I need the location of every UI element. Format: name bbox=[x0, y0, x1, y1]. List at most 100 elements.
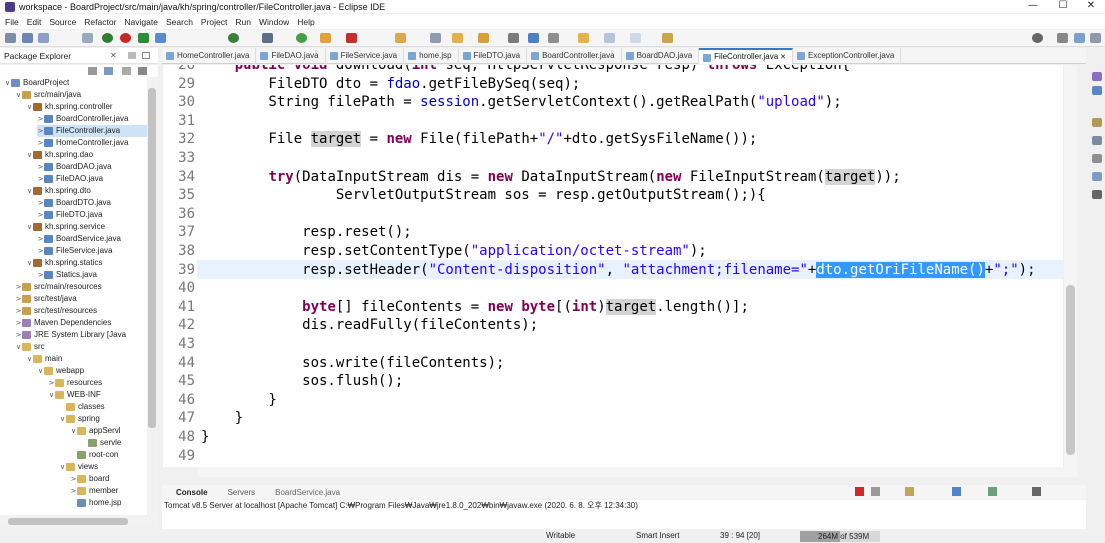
close-button[interactable]: ✕ bbox=[1076, 0, 1105, 13]
chevron-right-icon[interactable]: > bbox=[15, 281, 22, 293]
clear-console-icon[interactable] bbox=[905, 487, 914, 496]
code-line[interactable]: } bbox=[201, 409, 243, 428]
menu-source[interactable]: Source bbox=[46, 17, 81, 27]
tree-item[interactable]: > src/main/resources bbox=[15, 281, 102, 293]
chevron-down-icon[interactable]: ∨ bbox=[26, 353, 33, 365]
maximize-button[interactable]: ☐ bbox=[1048, 0, 1078, 13]
tree-item[interactable]: > src/test/java bbox=[15, 293, 77, 305]
tree-item[interactable]: > FileDAO.java bbox=[37, 173, 103, 185]
code-line[interactable]: ServletOutputStream sos = resp.getOutput… bbox=[201, 186, 766, 205]
tree-item[interactable]: > board bbox=[70, 473, 109, 485]
tree-item[interactable]: > BoardDTO.java bbox=[37, 197, 111, 209]
tree-item[interactable]: ∨ main bbox=[26, 353, 62, 365]
save-all-icon[interactable] bbox=[38, 33, 49, 43]
menu-run[interactable]: Run bbox=[232, 17, 256, 27]
chevron-right-icon[interactable]: > bbox=[70, 473, 77, 485]
globe-icon[interactable] bbox=[528, 33, 539, 43]
code-line[interactable]: } bbox=[201, 428, 209, 447]
chevron-down-icon[interactable]: ∨ bbox=[70, 425, 77, 437]
link-editor-icon[interactable] bbox=[104, 67, 113, 75]
menu-refactor[interactable]: Refactor bbox=[81, 17, 121, 27]
tree-item[interactable]: ∨ views bbox=[59, 461, 98, 473]
editor-tab[interactable]: home.jsp bbox=[404, 48, 459, 64]
chevron-down-icon[interactable]: ∨ bbox=[26, 221, 33, 233]
debug-skip-icon[interactable] bbox=[82, 33, 93, 43]
menu-search[interactable]: Search bbox=[163, 17, 198, 27]
tree-item[interactable]: > Maven Dependencies bbox=[15, 317, 111, 329]
tree-item[interactable]: ∨ appServl bbox=[70, 425, 121, 437]
chevron-right-icon[interactable]: > bbox=[37, 209, 44, 221]
code-line[interactable]: resp.reset(); bbox=[201, 223, 412, 242]
maximize-view-icon[interactable] bbox=[142, 52, 150, 59]
stop-icon[interactable] bbox=[120, 33, 131, 43]
code-line[interactable]: sos.flush(); bbox=[201, 372, 403, 391]
tree-item[interactable]: ∨ kh.spring.dao bbox=[26, 149, 93, 161]
progress-icon[interactable] bbox=[1092, 190, 1102, 199]
editor-tab[interactable]: HomeController.java bbox=[162, 48, 257, 64]
tree-item[interactable]: ∨ WEB-INF bbox=[48, 389, 101, 401]
console-output[interactable] bbox=[162, 512, 1086, 529]
code-line[interactable]: resp.setHeader("Content-disposition", "a… bbox=[201, 261, 1036, 280]
tree-item[interactable]: > src/test/resources bbox=[15, 305, 97, 317]
tree-item[interactable]: > resources bbox=[48, 377, 102, 389]
chevron-down-icon[interactable]: ∨ bbox=[26, 257, 33, 269]
run-icon[interactable] bbox=[228, 33, 239, 43]
tree-item[interactable]: > HomeController.java bbox=[37, 137, 128, 149]
code-editor[interactable]: 28 public void download(int seq, HttpSer… bbox=[163, 65, 1063, 467]
code-line[interactable]: String filePath = session.getServletCont… bbox=[201, 93, 841, 112]
chevron-right-icon[interactable]: > bbox=[37, 161, 44, 173]
annotation-icon[interactable] bbox=[478, 33, 489, 43]
tree-item[interactable]: root-con bbox=[70, 449, 118, 461]
tree-item[interactable]: > member bbox=[70, 485, 118, 497]
package-explorer-title[interactable]: Package Explorer bbox=[4, 51, 71, 61]
chevron-right-icon[interactable]: > bbox=[70, 485, 77, 497]
open-perspective-icon[interactable] bbox=[1057, 33, 1068, 43]
remove-launch-icon[interactable] bbox=[871, 487, 880, 496]
console-tab[interactable]: Console bbox=[162, 488, 208, 497]
server-icon[interactable] bbox=[102, 33, 113, 43]
menu-help[interactable]: Help bbox=[294, 17, 319, 27]
menu-project[interactable]: Project bbox=[198, 17, 232, 27]
forward-icon[interactable] bbox=[630, 33, 641, 43]
outline-icon[interactable] bbox=[1092, 72, 1102, 81]
close-tab-icon[interactable]: ✕ bbox=[778, 54, 786, 61]
chevron-right-icon[interactable]: > bbox=[37, 113, 44, 125]
code-line[interactable]: File target = new File(filePath+"/"+dto.… bbox=[201, 130, 757, 149]
chevron-right-icon[interactable]: > bbox=[37, 233, 44, 245]
tree-vertical-scroll-thumb[interactable] bbox=[148, 88, 156, 428]
properties-icon[interactable] bbox=[1092, 172, 1102, 181]
java-ee-perspective-icon[interactable] bbox=[1074, 33, 1085, 43]
editor-tab[interactable]: FileController.java ✕ bbox=[699, 48, 793, 64]
tree-item[interactable]: servle bbox=[81, 437, 121, 449]
editor-tab[interactable]: BoardController.java bbox=[527, 48, 622, 64]
chevron-right-icon[interactable]: > bbox=[37, 125, 44, 137]
declaration-icon[interactable] bbox=[1092, 154, 1102, 163]
search-tool-icon[interactable] bbox=[430, 33, 441, 43]
search-icon[interactable] bbox=[1032, 33, 1043, 43]
open-console-icon[interactable] bbox=[1032, 487, 1041, 496]
tree-item[interactable]: home.jsp bbox=[70, 497, 121, 509]
chevron-right-icon[interactable]: > bbox=[48, 377, 55, 389]
coverage-icon[interactable] bbox=[296, 33, 307, 43]
tree-item[interactable]: > FileService.java bbox=[37, 245, 112, 257]
tree-item[interactable]: > BoardService.java bbox=[37, 233, 121, 245]
chevron-down-icon[interactable]: ∨ bbox=[15, 341, 22, 353]
collapse-all-icon[interactable] bbox=[88, 67, 97, 75]
chevron-right-icon[interactable]: > bbox=[15, 317, 22, 329]
java-perspective-icon[interactable] bbox=[1090, 33, 1101, 43]
code-line[interactable]: byte[] fileContents = new byte[(int)targ… bbox=[201, 298, 749, 317]
tree-item[interactable]: ∨ src/main/java bbox=[15, 89, 81, 101]
close-icon[interactable]: ✕ bbox=[110, 51, 117, 60]
chevron-right-icon[interactable]: > bbox=[37, 245, 44, 257]
chevron-right-icon[interactable]: > bbox=[15, 293, 22, 305]
tree-item[interactable]: > Statics.java bbox=[37, 269, 97, 281]
code-line[interactable]: sos.write(fileContents); bbox=[201, 354, 504, 373]
toggle-mark-icon[interactable] bbox=[155, 33, 166, 43]
tree-item[interactable]: ∨ src bbox=[15, 341, 45, 353]
menu-navigate[interactable]: Navigate bbox=[121, 17, 163, 27]
chevron-down-icon[interactable]: ∨ bbox=[48, 389, 55, 401]
chevron-down-icon[interactable]: ∨ bbox=[26, 101, 33, 113]
chevron-down-icon[interactable]: ∨ bbox=[59, 413, 66, 425]
tree-item[interactable]: ∨ kh.spring.service bbox=[26, 221, 105, 233]
code-line[interactable]: public void download(int seq, HttpServle… bbox=[201, 65, 850, 75]
